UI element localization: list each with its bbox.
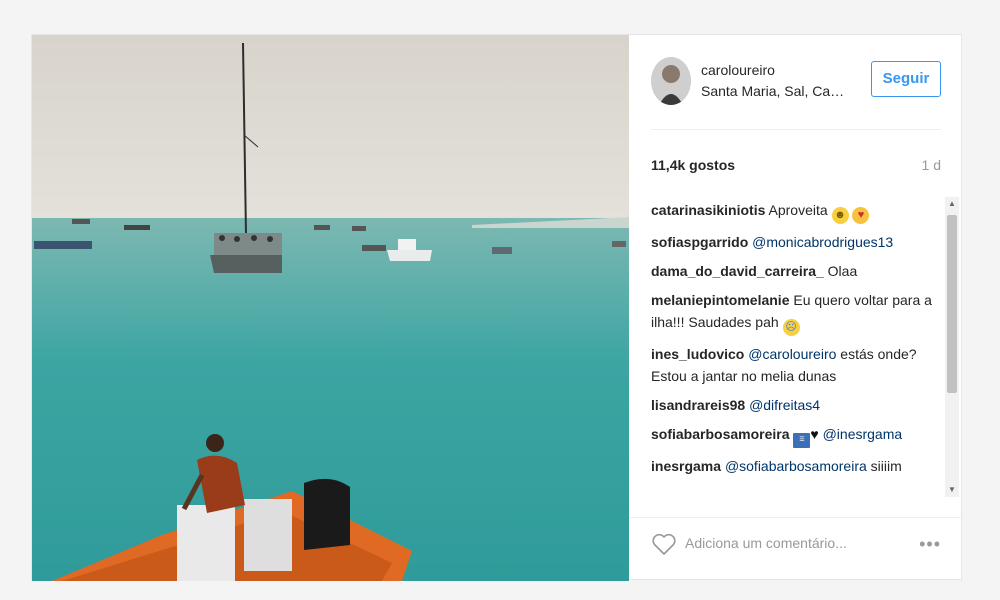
comment-user[interactable]: melaniepintomelanie <box>651 292 789 308</box>
newspaper-emoji: ☰ <box>793 433 811 448</box>
header-divider <box>651 129 941 130</box>
comment-user[interactable]: dama_do_david_carreira_ <box>651 263 824 279</box>
more-options-icon[interactable]: ••• <box>915 532 941 556</box>
comment-user[interactable]: sofiaspgarrido <box>651 234 748 250</box>
smiling-face-emoji: ☻ <box>831 207 849 224</box>
comment-text: Olaa <box>827 263 858 279</box>
follow-button[interactable]: Seguir <box>871 61 941 97</box>
comment-item: lisandrareis98 @difreitas4 <box>651 394 941 416</box>
comment-mention[interactable]: @monicabrodrigues13 <box>752 234 893 250</box>
comment-mention[interactable]: @sofiabarbosamoreira <box>725 458 867 474</box>
comment-user[interactable]: ines_ludovico <box>651 346 744 362</box>
comment-item: catarinasikiniotis Aproveita ☻ ♥ <box>651 199 941 224</box>
comment-user[interactable]: inesrgama <box>651 458 721 474</box>
comment-user[interactable]: sofiabarbosamoreira <box>651 426 790 442</box>
face-blowing-kiss-emoji: ♥ <box>852 207 870 224</box>
comments-list: catarinasikiniotis Aproveita ☻ ♥ sofiasp… <box>651 199 941 495</box>
post-photo[interactable] <box>32 35 629 581</box>
comment-mention[interactable]: @caroloureiro <box>748 346 836 362</box>
comment-text: Aproveita <box>768 202 828 218</box>
post-card: caroloureiro Santa Maria, Sal, Cabo Verd… <box>31 34 963 581</box>
post-footer: ••• <box>629 517 963 582</box>
black-heart-emoji: ♥ <box>810 426 819 442</box>
likes-count[interactable]: 11,4k gostos <box>651 157 735 173</box>
comment-text: siiiim <box>870 458 902 474</box>
comment-user[interactable]: lisandrareis98 <box>651 397 745 413</box>
comment-item: ines_ludovico @caroloureiro estás onde? … <box>651 343 941 387</box>
post-header: caroloureiro Santa Maria, Sal, Cabo Verd… <box>651 57 941 109</box>
scroll-up-arrow-icon[interactable]: ▲ <box>945 197 959 211</box>
post-stats: 11,4k gostos 1 d <box>651 157 941 177</box>
username-link[interactable]: caroloureiro <box>701 62 775 78</box>
heart-icon[interactable] <box>651 532 677 556</box>
avatar[interactable] <box>651 57 691 105</box>
comment-item: inesrgama @sofiabarbosamoreira siiiim <box>651 455 941 477</box>
post-sidebar: caroloureiro Santa Maria, Sal, Cabo Verd… <box>629 35 963 581</box>
comment-item: dama_do_david_carreira_ Olaa <box>651 260 941 282</box>
comment-mention[interactable]: @inesrgama <box>823 426 903 442</box>
comment-user[interactable]: catarinasikiniotis <box>651 202 765 218</box>
comment-item: sofiaspgarrido @monicabrodrigues13 <box>651 231 941 253</box>
post-time[interactable]: 1 d <box>922 157 941 173</box>
scrollbar-thumb[interactable] <box>947 215 957 393</box>
comment-mention[interactable]: @difreitas4 <box>749 397 820 413</box>
comment-item: sofiabarbosamoreira ☰ ♥ @inesrgama <box>651 423 941 448</box>
avatar-photo <box>651 57 691 105</box>
sea-boats-image <box>32 35 629 581</box>
comments-scrollbar[interactable]: ▲ ▼ <box>945 197 959 497</box>
scroll-down-arrow-icon[interactable]: ▼ <box>945 483 959 497</box>
comment-input[interactable] <box>685 526 905 560</box>
location-link[interactable]: Santa Maria, Sal, Cabo Verde <box>701 83 846 99</box>
crying-face-emoji: ☹ <box>782 319 800 336</box>
comment-item: melaniepintomelanie Eu quero voltar para… <box>651 289 941 336</box>
